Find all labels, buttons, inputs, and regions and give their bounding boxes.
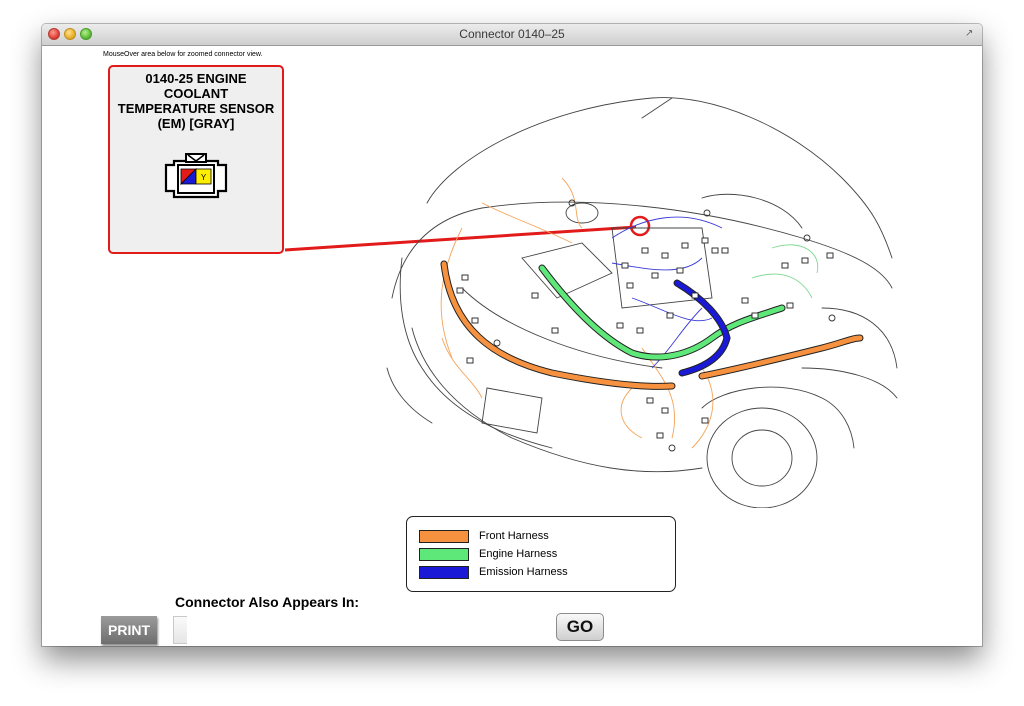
go-button[interactable]: GO xyxy=(556,613,604,641)
engine-bay-diagram[interactable] xyxy=(282,68,902,508)
also-appears-label: Connector Also Appears In: xyxy=(175,594,360,610)
engine-harness-swatch xyxy=(419,548,469,561)
window-title: Connector 0140–25 xyxy=(459,27,565,41)
content-area: MouseOver area below for zoomed connecto… xyxy=(42,46,982,646)
front-harness-swatch xyxy=(419,530,469,543)
legend-label: Emission Harness xyxy=(479,566,568,578)
connector-select[interactable] xyxy=(173,616,187,644)
connector-icon: Y xyxy=(164,153,228,199)
harness-legend: Front Harness Engine Harness Emission Ha… xyxy=(406,516,676,592)
legend-label: Front Harness xyxy=(479,530,549,542)
emission-harness-swatch xyxy=(419,566,469,579)
title-bar: Connector 0140–25 ↗ xyxy=(42,24,982,46)
hint-text: MouseOver area below for zoomed connecto… xyxy=(103,51,263,58)
app-window: Connector 0140–25 ↗ MouseOver area below… xyxy=(42,24,982,646)
pin-label: Y xyxy=(201,173,207,182)
print-button[interactable]: PRINT xyxy=(101,616,157,644)
connector-callout: 0140-25 ENGINE COOLANT TEMPERATURE SENSO… xyxy=(108,65,284,254)
legend-label: Engine Harness xyxy=(479,548,558,560)
fullscreen-icon[interactable]: ↗ xyxy=(965,28,976,39)
connector-title: 0140-25 ENGINE COOLANT TEMPERATURE SENSO… xyxy=(117,71,275,131)
